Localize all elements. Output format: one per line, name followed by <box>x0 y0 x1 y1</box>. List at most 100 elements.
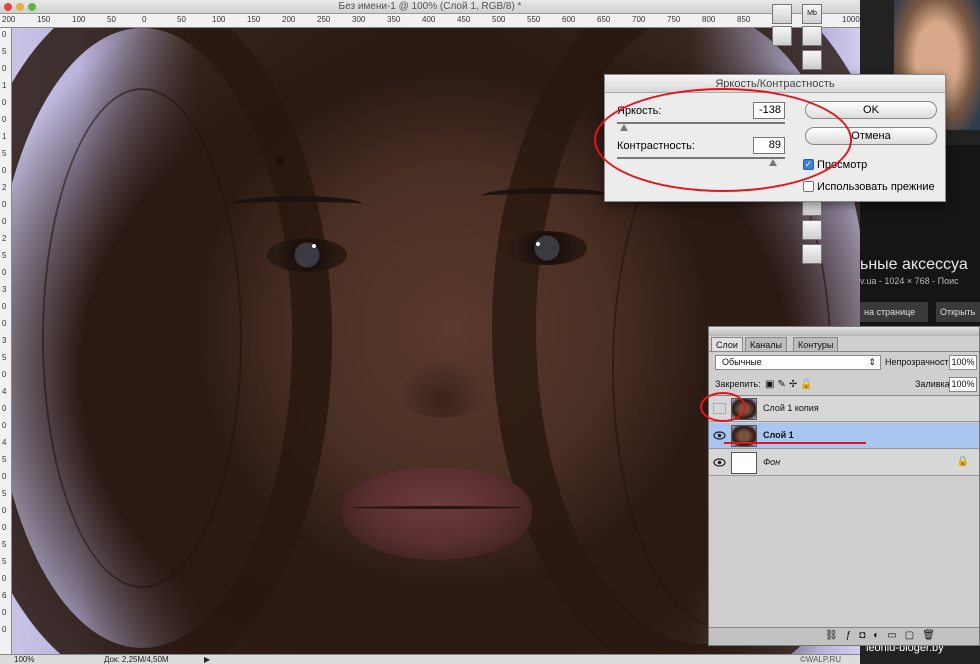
photoshop-screen: Без имени-1 @ 100% (Слой 1, RGB/8) * 200… <box>0 0 980 664</box>
ruler-mark: 450 <box>457 15 471 24</box>
ruler-mark: 0 <box>2 421 7 430</box>
ruler-mark: 600 <box>562 15 576 24</box>
status-bar: 100% Док: 2,25M/4,50M ▶ ©WALP.RU <box>0 654 860 664</box>
annotation-circle-eye <box>700 392 746 422</box>
ruler-mark: 0 <box>2 98 7 107</box>
ruler-mark: 3 <box>2 285 7 294</box>
ruler-mark: 150 <box>37 15 51 24</box>
lips <box>342 468 532 560</box>
ruler-mark: 5 <box>2 489 7 498</box>
brush-preset-icon[interactable] <box>802 26 822 46</box>
ruler-mark: 700 <box>632 15 646 24</box>
eye-right <box>507 231 587 265</box>
legacy-label: Использовать прежние <box>817 181 935 193</box>
tab-paths[interactable]: Контуры <box>793 337 839 351</box>
eyebrow-left <box>232 196 362 212</box>
ruler-mark: 0 <box>2 166 7 175</box>
ruler-mark: 100 <box>212 15 226 24</box>
ruler-mark: 1 <box>2 132 7 141</box>
lock-icons[interactable]: ▣✎✢🔒 <box>765 379 816 390</box>
layer-comps-icon[interactable] <box>802 244 822 264</box>
layer-name[interactable]: Фон <box>763 457 780 467</box>
ruler-mark: 0 <box>2 506 7 515</box>
layers-panel-header[interactable] <box>709 327 979 336</box>
ruler-mark: 0 <box>142 15 147 24</box>
layer-name[interactable]: Слой 1 <box>763 430 794 440</box>
ruler-mark: 5 <box>2 455 7 464</box>
ruler-mark: 0 <box>2 625 7 634</box>
dialog-title: Яркость/Контрастность <box>605 75 945 93</box>
search-subtitle: v.ua - 1024 × 768 - Поис <box>860 276 959 286</box>
ruler-mark: 400 <box>422 15 436 24</box>
ruler-mark: 5 <box>2 251 7 260</box>
history-icon[interactable] <box>772 4 792 24</box>
layer-name[interactable]: Слой 1 копия <box>763 403 819 413</box>
eye-icon[interactable] <box>713 457 726 468</box>
ruler-mark: 0 <box>2 268 7 277</box>
layers-footer: ⛓ƒ◘◐▭▢🗑 <box>709 627 979 645</box>
ruler-mark: 1 <box>2 81 7 90</box>
ruler-mark: 2 <box>2 234 7 243</box>
eye-left <box>267 238 347 272</box>
tab-channels[interactable]: Каналы <box>745 337 787 351</box>
layer-row[interactable]: Слой 1 <box>709 423 979 449</box>
layer-thumbnail <box>731 452 757 474</box>
ruler-mark: 100 <box>72 15 86 24</box>
minimize-window-button[interactable] <box>16 3 24 11</box>
ruler-mark: 5 <box>2 557 7 566</box>
ruler-mark: 50 <box>107 15 116 24</box>
ruler-mark: 0 <box>2 404 7 413</box>
ruler-mark: 0 <box>2 30 7 39</box>
layer-row[interactable]: Фон 🔒 <box>709 450 979 476</box>
fill-label: Заливка: <box>915 379 953 389</box>
ruler-mark: 0 <box>2 608 7 617</box>
horizontal-ruler: 200 150 100 50 0 50 100 150 200 250 300 350 400 450 50… <box>0 14 860 28</box>
close-window-button[interactable] <box>4 3 12 11</box>
ruler-mark: 4 <box>2 387 7 396</box>
ruler-mark: 5 <box>2 353 7 362</box>
status-arrow-icon[interactable]: ▶ <box>204 655 210 664</box>
annotation-circle-dialog <box>594 88 852 192</box>
ruler-mark: 650 <box>597 15 611 24</box>
layers-panel: Слои Каналы Контуры Обычные ⇕ Непрозрачност… <box>708 326 980 646</box>
eye-icon[interactable] <box>713 430 726 441</box>
vertical-ruler: 0 5 0 1 0 0 1 5 0 2 0 0 2 5 0 3 0 0 3 5 0 4 0 0 4 5 0 5 0 0 5 5 0 6 0 0 <box>0 28 12 654</box>
ruler-mark: 0 <box>2 217 7 226</box>
ruler-mark: 0 <box>2 200 7 209</box>
ruler-mark: 200 <box>282 15 296 24</box>
doc-size[interactable]: Док: 2,25M/4,50M <box>104 655 169 664</box>
ruler-mark: 500 <box>492 15 506 24</box>
zoom-level[interactable]: 100% <box>14 655 34 664</box>
layer-actions-icons[interactable]: ⛓ƒ◘◐▭▢🗑 <box>825 630 943 641</box>
view-on-page-button[interactable]: на странице <box>860 302 928 322</box>
mb-icon[interactable]: Mb <box>802 4 822 24</box>
clone-source-icon[interactable] <box>772 26 792 46</box>
ruler-mark: 0 <box>2 302 7 311</box>
annotation-underline <box>724 442 866 444</box>
ruler-mark: 2 <box>2 183 7 192</box>
ruler-mark: 50 <box>177 15 186 24</box>
document-title: Без имени-1 @ 100% (Слой 1, RGB/8) * <box>338 1 522 12</box>
legacy-checkbox[interactable] <box>803 181 814 192</box>
zoom-window-button[interactable] <box>28 3 36 11</box>
ruler-mark: 0 <box>2 64 7 73</box>
ruler-mark: 6 <box>2 591 7 600</box>
credit-text: ©WALP.RU <box>800 655 842 664</box>
open-button[interactable]: Открыть <box>936 302 980 322</box>
ruler-mark: 0 <box>2 472 7 481</box>
navigator-icon[interactable] <box>802 220 822 240</box>
layer-row[interactable]: Слой 1 копия <box>709 396 979 422</box>
tab-layers[interactable]: Слои <box>711 337 743 351</box>
search-heading[interactable]: ьные аксессуа <box>860 256 968 274</box>
blend-mode-select[interactable]: Обычные ⇕ <box>715 355 881 370</box>
fill-input[interactable]: 100% <box>949 377 977 392</box>
ruler-mark: 850 <box>737 15 751 24</box>
ruler-mark: 350 <box>387 15 401 24</box>
ruler-mark: 300 <box>352 15 366 24</box>
ruler-mark: 3 <box>2 336 7 345</box>
opacity-input[interactable]: 100% <box>949 355 977 370</box>
actions-play-icon[interactable] <box>802 50 822 70</box>
ruler-mark: 550 <box>527 15 541 24</box>
nose <box>397 358 487 418</box>
opacity-label: Непрозрачность: <box>885 357 956 367</box>
